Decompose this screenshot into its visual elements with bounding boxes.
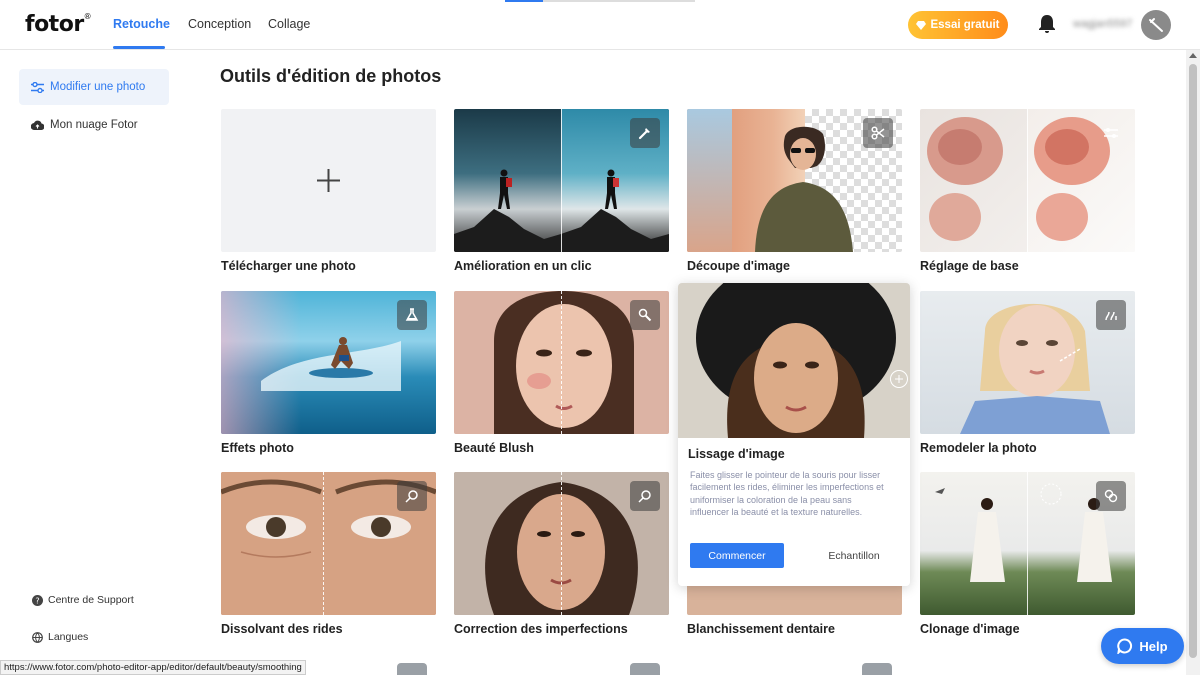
card-label: Blanchissement dentaire <box>687 622 835 636</box>
help-button[interactable]: Help <box>1101 628 1184 664</box>
fotor-logo[interactable]: fotor® <box>25 12 92 37</box>
popup-description: Faites glisser le pointeur de la souris … <box>690 470 884 518</box>
smoothing-tool-popup[interactable]: Lissage d'image Faites glisser le pointe… <box>678 283 910 586</box>
magic-wand-icon <box>638 128 650 140</box>
plus-icon <box>317 169 340 192</box>
globe-icon <box>32 631 43 643</box>
loading-bar <box>505 0 695 2</box>
card-label: Télécharger une photo <box>221 259 356 273</box>
next-row-badge <box>630 663 660 675</box>
upload-area[interactable] <box>221 109 436 252</box>
eraser-icon <box>405 490 418 503</box>
wave-icon <box>1105 311 1117 321</box>
avatar[interactable] <box>1141 10 1171 40</box>
avatar-icon <box>1149 18 1163 32</box>
free-trial-button[interactable]: Essai gratuit <box>908 11 1008 39</box>
sample-button[interactable]: Echantillon <box>818 543 890 568</box>
languages-link[interactable]: Langues <box>32 631 88 643</box>
brush-icon <box>638 308 652 322</box>
flask-icon <box>405 308 419 321</box>
eraser-badge <box>397 481 427 511</box>
cloud-upload-icon <box>31 120 44 130</box>
next-row-badge <box>397 663 427 675</box>
svg-text:?: ? <box>35 596 39 605</box>
blush-thumbnail <box>454 291 669 434</box>
scrollbar-thumb[interactable] <box>1189 64 1197 658</box>
bell-icon[interactable] <box>1038 14 1056 34</box>
card-label: Découpe d'image <box>687 259 790 273</box>
card-label: Clonage d'image <box>920 622 1020 636</box>
spot-badge <box>630 481 660 511</box>
tab-retouche[interactable]: Retouche <box>113 17 170 31</box>
card-label: Réglage de base <box>920 259 1019 273</box>
tab-conception[interactable]: Conception <box>188 17 251 31</box>
scrollbar[interactable] <box>1186 50 1200 675</box>
card-label: Remodeler la photo <box>920 441 1037 455</box>
top-bar: fotor® Retouche Conception Collage Essai… <box>0 0 1200 50</box>
smoothing-preview <box>678 283 910 438</box>
flower-thumbnail <box>920 109 1135 252</box>
wrinkle-thumbnail <box>221 472 436 615</box>
tab-collage[interactable]: Collage <box>268 17 310 31</box>
popup-title: Lissage d'image <box>688 447 785 461</box>
sliders-icon <box>1104 128 1118 138</box>
spot-healing-icon <box>638 490 651 503</box>
scissors-icon <box>871 126 885 140</box>
magic-wand-badge <box>630 118 660 148</box>
diamond-icon <box>916 20 927 30</box>
help-circle-icon: ? <box>32 594 43 606</box>
brush-badge <box>630 300 660 330</box>
adjust-badge <box>1096 118 1126 148</box>
enhance-thumbnail <box>454 109 669 252</box>
card-label: Beauté Blush <box>454 441 534 455</box>
reshape-thumbnail <box>920 291 1135 434</box>
sliders-icon <box>31 81 44 93</box>
card-label: Correction des imperfections <box>454 622 628 636</box>
clone-badge <box>1096 481 1126 511</box>
card-label: Effets photo <box>221 441 294 455</box>
reshape-badge <box>1096 300 1126 330</box>
card-label: Amélioration en un clic <box>454 259 592 273</box>
scissors-badge <box>863 118 893 148</box>
active-tab-indicator <box>113 46 165 49</box>
clone-thumbnail <box>920 472 1135 615</box>
cutout-thumbnail <box>687 109 902 252</box>
sidebar-item-edit-photo[interactable]: Modifier une photo <box>19 69 169 105</box>
blemish-thumbnail <box>454 472 669 615</box>
support-center-link[interactable]: ? Centre de Support <box>32 594 134 606</box>
scroll-up-arrow[interactable] <box>1189 53 1197 58</box>
flask-badge <box>397 300 427 330</box>
status-bar-url: https://www.fotor.com/photo-editor-app/e… <box>0 660 306 675</box>
start-button[interactable]: Commencer <box>690 543 784 568</box>
surfer-thumbnail <box>221 291 436 434</box>
chat-bubble-icon <box>1117 638 1133 654</box>
next-row-badge <box>862 663 892 675</box>
sidebar-item-cloud[interactable]: Mon nuage Fotor <box>19 107 169 143</box>
username[interactable]: wagjan5597 <box>1073 18 1135 30</box>
page-title: Outils d'édition de photos <box>220 66 442 86</box>
card-label: Dissolvant des rides <box>221 622 343 636</box>
clone-stamp-icon <box>1104 489 1118 503</box>
